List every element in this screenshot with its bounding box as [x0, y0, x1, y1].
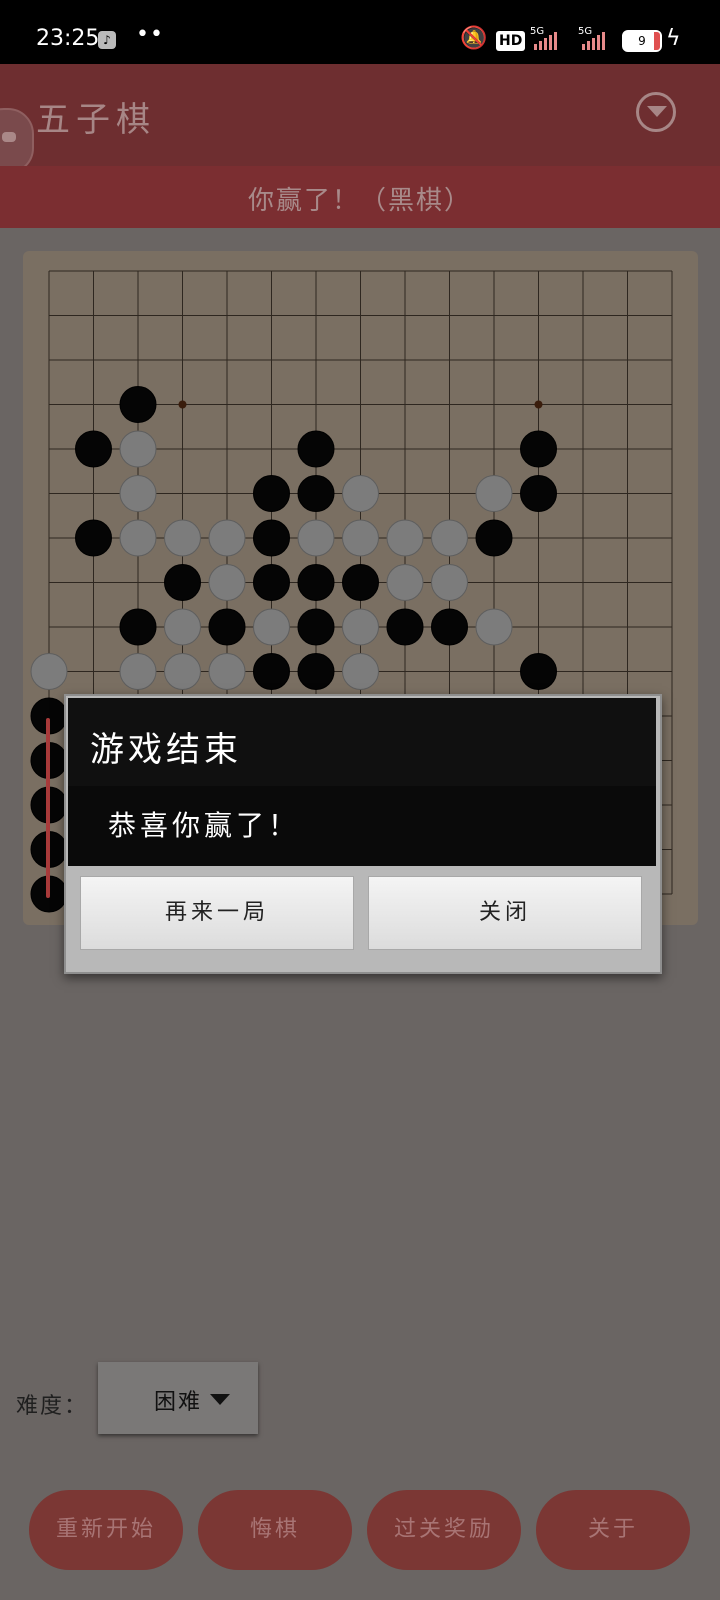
white-stone	[431, 564, 468, 601]
signal-icon: 5G	[530, 26, 566, 52]
black-stone	[297, 475, 335, 512]
more-notifications-icon: ••	[136, 22, 164, 47]
close-button[interactable]: 关闭	[368, 876, 642, 950]
white-stone	[386, 519, 424, 557]
game-over-dialog: 游戏结束 恭喜你赢了！ 再来一局 关闭	[64, 694, 662, 974]
status-bar: 23:25 ♪ •• 🔕 HD 5G 5G 9 ϟ	[0, 0, 720, 64]
white-stone	[475, 475, 513, 512]
black-stone	[253, 519, 290, 557]
white-stone	[164, 653, 201, 690]
black-stone	[297, 608, 335, 646]
restart-button[interactable]: 重新开始	[29, 1490, 183, 1570]
white-stone	[297, 519, 335, 557]
white-stone	[208, 564, 246, 601]
tiktok-icon: ♪	[98, 31, 116, 49]
black-stone	[520, 475, 557, 512]
result-banner: 你赢了！（黑棋）	[0, 166, 720, 228]
dialog-body: 恭喜你赢了！	[68, 786, 656, 866]
white-stone	[119, 475, 157, 512]
black-stone	[75, 519, 112, 557]
white-stone	[342, 475, 379, 512]
status-time: 23:25	[36, 26, 100, 51]
white-stone	[30, 653, 68, 690]
black-stone	[253, 475, 290, 512]
white-stone	[119, 519, 157, 557]
vibrate-off-icon: 🔕	[460, 26, 488, 51]
white-stone	[342, 608, 379, 646]
white-stone	[386, 564, 424, 601]
dialog-message: 恭喜你赢了！	[108, 809, 301, 842]
white-stone	[119, 653, 157, 690]
black-stone	[119, 608, 157, 646]
dialog-title: 游戏结束	[90, 730, 242, 770]
white-stone	[119, 430, 157, 468]
black-stone	[297, 653, 335, 690]
black-stone	[208, 608, 246, 646]
about-button[interactable]: 关于	[536, 1490, 690, 1570]
star-point	[178, 400, 187, 409]
black-stone	[75, 430, 112, 468]
difficulty-label: 难度：	[16, 1394, 89, 1419]
white-stone	[253, 608, 290, 646]
black-stone	[164, 564, 201, 601]
chevron-down-icon	[210, 1394, 230, 1405]
difficulty-select[interactable]: 困难	[98, 1362, 258, 1434]
battery-icon: 9	[622, 30, 662, 52]
app-header: 五子棋	[0, 64, 720, 166]
play-again-button[interactable]: 再来一局	[80, 876, 354, 950]
white-stone	[164, 608, 201, 646]
black-stone	[297, 430, 335, 468]
white-stone	[475, 608, 513, 646]
black-stone	[297, 564, 335, 601]
white-stone	[164, 519, 201, 557]
white-stone	[208, 653, 246, 690]
signal-icon-2: 5G	[578, 26, 614, 52]
black-stone	[520, 430, 557, 468]
app-title: 五子棋	[36, 100, 156, 140]
black-stone	[386, 608, 424, 646]
white-stone	[342, 653, 379, 690]
undo-button[interactable]: 悔棋	[198, 1490, 352, 1570]
star-point	[534, 400, 543, 409]
difficulty-value: 困难	[154, 1390, 203, 1415]
white-stone	[208, 519, 246, 557]
black-stone	[342, 564, 379, 601]
black-stone	[475, 519, 513, 557]
black-stone	[119, 386, 157, 423]
hd-badge: HD	[496, 31, 526, 51]
black-stone	[253, 564, 290, 601]
white-stone	[342, 519, 379, 557]
dialog-header: 游戏结束	[68, 698, 656, 787]
result-message: 你赢了！（黑棋）	[247, 186, 472, 216]
menu-dropdown-icon[interactable]	[636, 92, 676, 132]
level-reward-button[interactable]: 过关奖励	[367, 1490, 521, 1570]
black-stone	[253, 653, 290, 690]
charging-icon: ϟ	[666, 26, 681, 51]
black-stone	[431, 608, 468, 646]
white-stone	[431, 519, 468, 557]
black-stone	[520, 653, 557, 690]
indicator-line	[46, 718, 50, 898]
